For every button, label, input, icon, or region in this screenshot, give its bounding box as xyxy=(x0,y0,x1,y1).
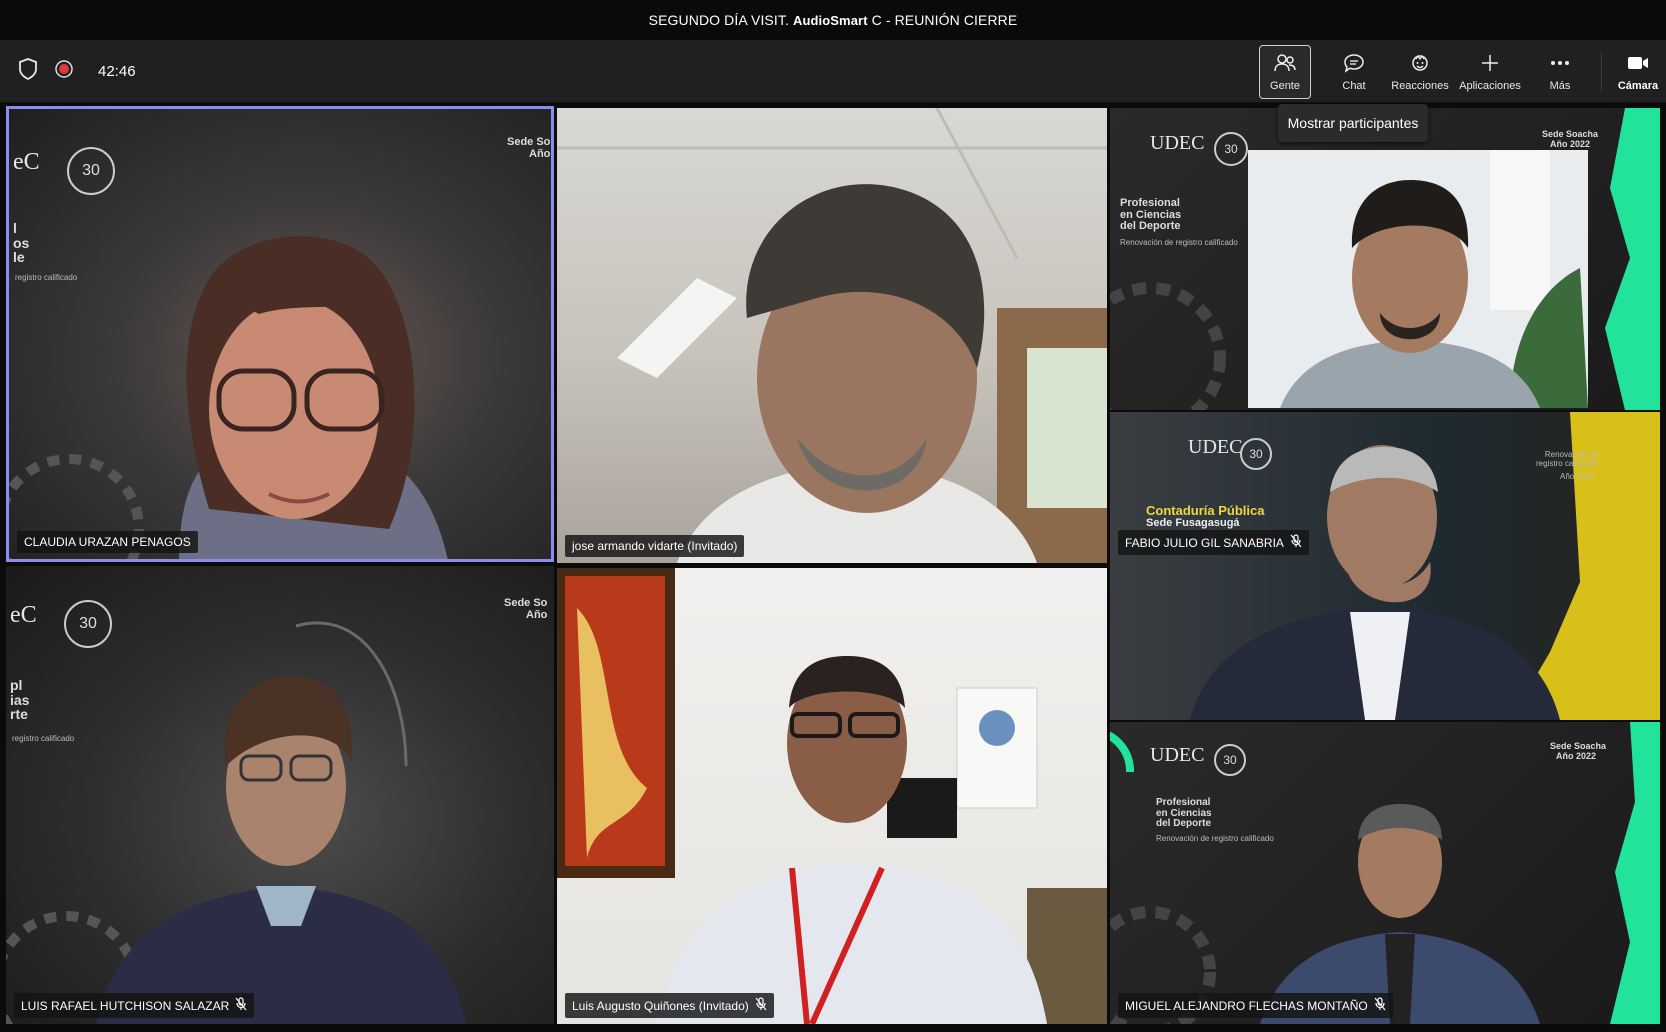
mic-muted-icon xyxy=(1290,534,1302,551)
window-title: SEGUNDO DÍA VISIT. AudioSmart C - REUNIÓ… xyxy=(0,0,1666,40)
bg-sede-text: Sede Fusagasugá xyxy=(1146,517,1240,529)
chat-icon xyxy=(1343,53,1365,80)
participant-name: MIGUEL ALEJANDRO FLECHAS MONTAÑO xyxy=(1118,993,1393,1018)
more-label: Más xyxy=(1549,79,1571,92)
participant-name-text: jose armando vidarte (Invitado) xyxy=(572,539,738,553)
participant-name-text: MIGUEL ALEJANDRO FLECHAS MONTAÑO xyxy=(1125,998,1368,1013)
bg-program-text: Profesional en Ciencias del Deporte xyxy=(1120,197,1182,233)
participant-name: FABIO JULIO GIL SANABRIA xyxy=(1118,530,1309,555)
recording-icon xyxy=(54,59,74,84)
participant-tile-luis-rafael[interactable]: eC 30 Sede So Año pl ias rte registro ca… xyxy=(6,566,554,1024)
udec-logo-text: UDEC xyxy=(1150,744,1205,766)
toolbar-divider xyxy=(1601,52,1602,92)
apps-label: Aplicaciones xyxy=(1459,79,1521,92)
more-button[interactable]: Más xyxy=(1527,45,1593,99)
udec-logo-text: eC xyxy=(13,149,40,175)
people-button[interactable]: Gente xyxy=(1259,45,1311,99)
bg-sede-text: Sede So xyxy=(504,597,548,609)
more-icon xyxy=(1549,53,1571,80)
anniversary-badge-icon: 30 xyxy=(64,600,112,648)
bg-renovacion-text: Renovación de registro calificado xyxy=(1536,450,1599,468)
bg-anio-text: Año xyxy=(529,148,551,160)
reactions-button[interactable]: Reacciones xyxy=(1387,45,1453,99)
bg-registro-text: registro calificado xyxy=(15,273,78,282)
udec-logo-text: UDEC xyxy=(1150,132,1205,154)
bg-program-letters: pl ias rte xyxy=(10,677,30,723)
reactions-label: Reacciones xyxy=(1391,79,1449,92)
audiosmart-overlay: AudioSmart xyxy=(792,12,868,28)
udec-logo-text: eC xyxy=(10,602,37,628)
bg-registro-text: registro calificado xyxy=(12,734,75,743)
show-participants-tooltip: Mostrar participantes xyxy=(1278,104,1428,142)
bg-renovacion-text: Renovación de registro calificado xyxy=(1156,834,1274,843)
participant-tile-jose[interactable]: jose armando vidarte (Invitado) xyxy=(557,108,1107,563)
meeting-timer: 42:46 xyxy=(98,62,136,80)
apps-button[interactable]: Aplicaciones xyxy=(1453,45,1527,99)
camera-button[interactable]: Cámara xyxy=(1610,45,1666,99)
bg-anio-text: Año 2022 xyxy=(1550,139,1591,149)
participant-name: CLAUDIA URAZAN PENAGOS xyxy=(17,531,198,553)
title-prefix: SEGUNDO DÍA VISIT. xyxy=(648,12,789,28)
participant-tile-claudia[interactable]: eC 30 Sede So Año l os le registro calif… xyxy=(6,106,554,562)
camera-icon xyxy=(1626,53,1650,80)
video-feed-miguel xyxy=(1110,722,1660,1024)
participant-tile-fabio[interactable]: UDEC 30 Contaduría Pública Sede Fusagasu… xyxy=(1110,412,1660,720)
mic-muted-icon xyxy=(1374,997,1386,1014)
meeting-toolbar: 42:46 Gente Chat Reacciones Aplicaciones xyxy=(0,40,1666,103)
participant-name-text: LUIS RAFAEL HUTCHISON SALAZAR xyxy=(21,998,230,1013)
bg-program-letters: l os le xyxy=(13,220,30,266)
bg-anio-text: Año 2022 xyxy=(1556,751,1597,761)
video-feed-luis-augusto xyxy=(557,568,1107,1024)
participant-name-text: FABIO JULIO GIL SANABRIA xyxy=(1125,535,1284,550)
bg-renovacion-text: Renovación de registro calificado xyxy=(1120,238,1238,247)
bg-anio-text: Año 2022 xyxy=(1560,472,1595,481)
anniversary-badge-icon: 30 xyxy=(1214,744,1246,776)
participant-name: Luis Augusto Quiñones (Invitado) xyxy=(565,993,774,1018)
shield-icon[interactable] xyxy=(18,57,38,85)
participant-name: jose armando vidarte (Invitado) xyxy=(565,535,745,557)
udec-logo-text: UDEC xyxy=(1188,436,1243,458)
bg-sede-text: Sede So xyxy=(507,136,551,148)
participant-tile-miguel[interactable]: UDEC 30 Profesional en Ciencias del Depo… xyxy=(1110,722,1660,1024)
participant-name-text: Luis Augusto Quiñones (Invitado) xyxy=(572,998,749,1013)
anniversary-badge-icon: 30 xyxy=(1214,132,1248,166)
participant-name-text: CLAUDIA URAZAN PENAGOS xyxy=(24,535,191,549)
mic-muted-icon xyxy=(755,997,767,1014)
title-suffix: C - REUNIÓN CIERRE xyxy=(871,12,1018,28)
chat-label: Chat xyxy=(1342,79,1366,92)
anniversary-badge-icon: 30 xyxy=(67,147,115,195)
camera-label: Cámara xyxy=(1617,79,1659,92)
bg-anio-text: Año xyxy=(526,609,548,621)
people-icon xyxy=(1274,53,1296,80)
people-label: Gente xyxy=(1270,79,1300,92)
plus-icon xyxy=(1480,53,1500,80)
anniversary-badge-icon: 30 xyxy=(1240,438,1272,470)
participant-name: LUIS RAFAEL HUTCHISON SALAZAR xyxy=(14,993,255,1018)
bg-program-text: Contaduría Pública xyxy=(1146,503,1265,518)
video-feed-jose xyxy=(557,108,1107,563)
chat-button[interactable]: Chat xyxy=(1321,45,1387,99)
mic-muted-icon xyxy=(235,997,247,1014)
participant-tile-3[interactable]: UDEC 30 Profesional en Ciencias del Depo… xyxy=(1110,108,1660,410)
bg-program-text: Profesional en Ciencias del Deporte xyxy=(1156,797,1212,829)
participant-tile-luis-augusto[interactable]: Luis Augusto Quiñones (Invitado) xyxy=(557,568,1107,1024)
reactions-icon xyxy=(1409,53,1431,80)
